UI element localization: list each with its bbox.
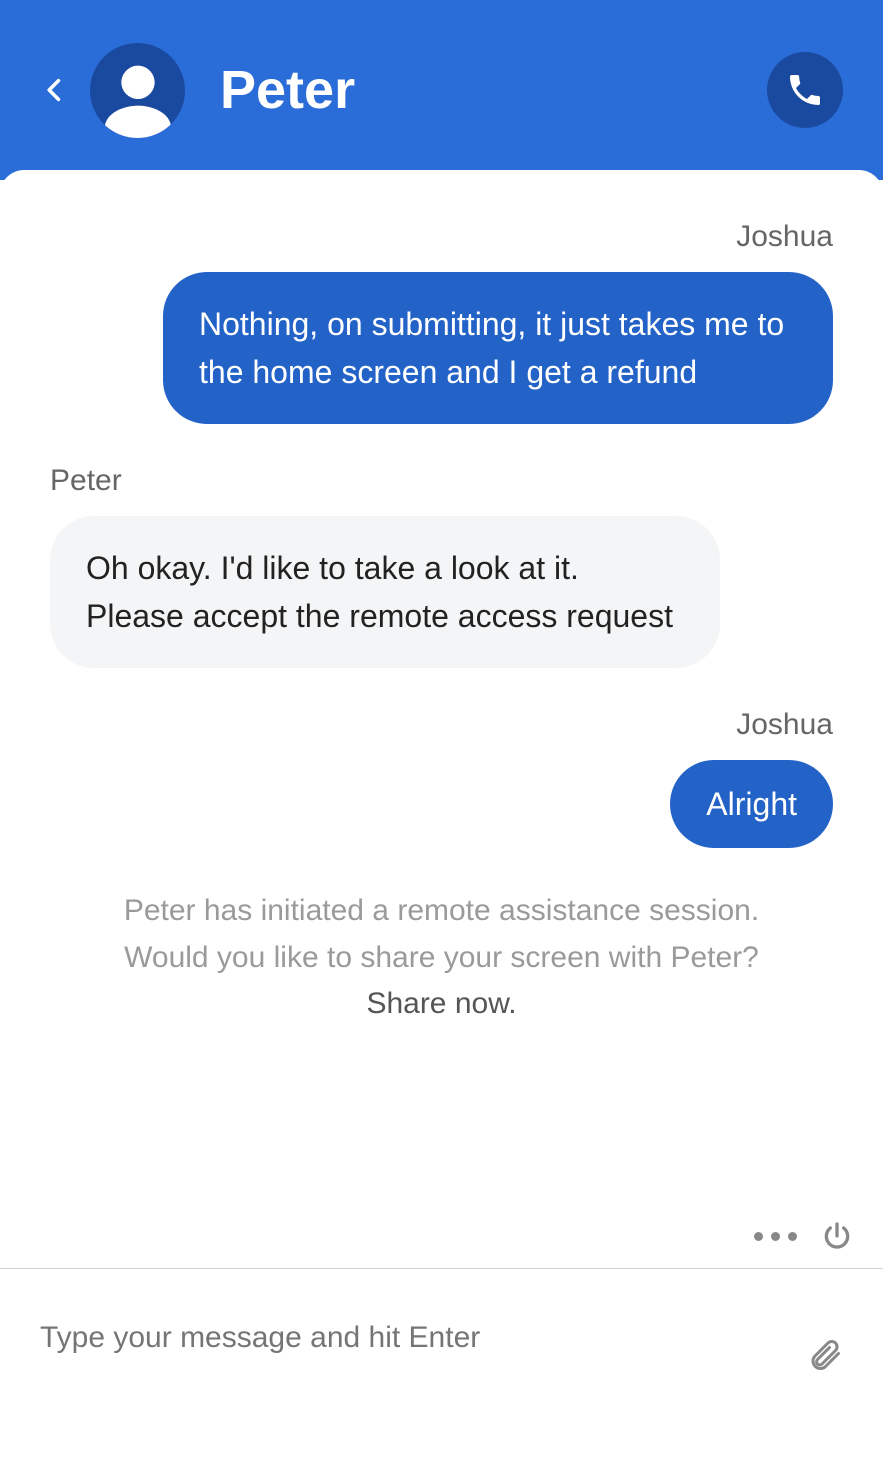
- message-row: Oh okay. I'd like to take a look at it. …: [50, 516, 833, 668]
- attach-button[interactable]: [807, 1297, 843, 1378]
- back-button[interactable]: [40, 75, 70, 105]
- phone-icon: [785, 70, 825, 110]
- call-button[interactable]: [767, 52, 843, 128]
- message-bubble-outgoing: Alright: [670, 760, 833, 848]
- share-now-link[interactable]: Share now.: [366, 987, 516, 1020]
- sender-label: Peter: [50, 464, 833, 498]
- power-icon: [821, 1220, 853, 1252]
- message-input-bar: [0, 1268, 883, 1406]
- paperclip-icon: [807, 1337, 843, 1373]
- sender-label: Joshua: [50, 708, 833, 742]
- person-icon: [98, 59, 178, 138]
- chat-body: Joshua Nothing, on submitting, it just t…: [0, 170, 883, 1180]
- sender-label: Joshua: [50, 220, 833, 254]
- contact-name: Peter: [220, 59, 355, 121]
- message-row: Alright: [50, 760, 833, 848]
- contact-avatar[interactable]: [90, 43, 185, 138]
- header-left: Peter: [40, 43, 355, 138]
- chevron-left-icon: [41, 76, 69, 104]
- message-bubble-outgoing: Nothing, on submitting, it just takes me…: [163, 272, 833, 424]
- dots-icon: [788, 1232, 797, 1241]
- chat-header: Peter: [0, 0, 883, 180]
- actions-row: [0, 1180, 883, 1268]
- dots-icon: [754, 1232, 763, 1241]
- message-bubble-incoming: Oh okay. I'd like to take a look at it. …: [50, 516, 720, 668]
- system-text-line: Would you like to share your screen with…: [124, 941, 759, 974]
- message-row: Nothing, on submitting, it just takes me…: [50, 272, 833, 424]
- system-text-line: Peter has initiated a remote assistance …: [124, 894, 759, 927]
- footer-space: [0, 1406, 883, 1466]
- message-input[interactable]: [40, 1321, 807, 1355]
- dots-icon: [771, 1232, 780, 1241]
- system-message: Peter has initiated a remote assistance …: [50, 888, 833, 1028]
- more-options-button[interactable]: [754, 1232, 797, 1241]
- end-session-button[interactable]: [821, 1220, 853, 1252]
